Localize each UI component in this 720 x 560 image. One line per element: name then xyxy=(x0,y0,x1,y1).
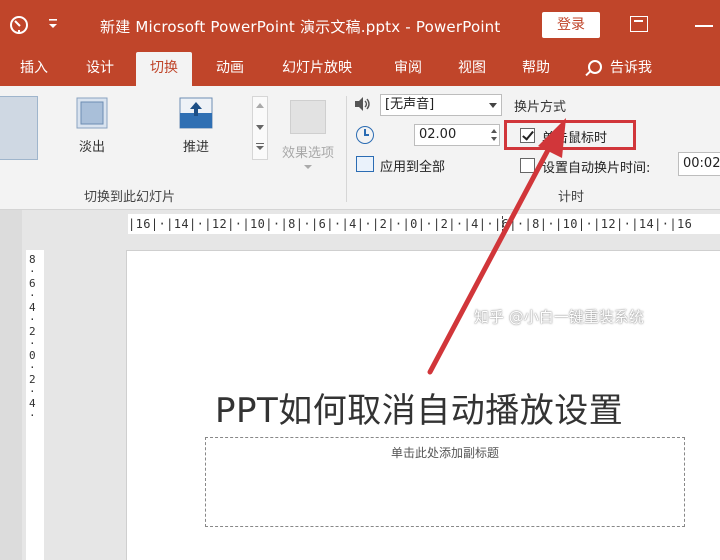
tab-slideshow[interactable]: 幻灯片放映 xyxy=(272,52,362,86)
tab-insert[interactable]: 插入 xyxy=(10,52,58,86)
after-time-label: 设置自动换片时间: xyxy=(542,161,651,176)
duration-value: 02.00 xyxy=(419,127,457,142)
transition-fade-tile[interactable]: 淡出 xyxy=(58,96,126,160)
gallery-scrollbar[interactable] xyxy=(252,96,268,160)
apply-all-button[interactable]: 应用到全部 xyxy=(380,156,445,175)
effect-options-button[interactable]: 效果选项 xyxy=(276,100,340,169)
gallery-more-icon[interactable] xyxy=(256,143,264,151)
transition-gallery: 淡出 推进 xyxy=(0,96,270,160)
effect-options-label: 效果选项 xyxy=(281,146,334,161)
ribbon: 淡出 推进 效果选项 切换到此幻灯片 [无声音] 02.00 应用到全部 换片方… xyxy=(0,86,720,210)
highlight-box xyxy=(504,120,636,150)
horizontal-ruler-ticks: |16|·|14|·|12|·|10|·|8|·|6|·|4|·|2|·|0|·… xyxy=(128,217,693,231)
vertical-ruler-ticks: 8·6·4·2·0·2·4· xyxy=(29,253,36,422)
workspace: |16|·|14|·|12|·|10|·|8|·|6|·|4|·|2|·|0|·… xyxy=(0,210,720,560)
advance-slide-header: 换片方式 xyxy=(514,100,567,115)
after-time-field[interactable]: 00:02 xyxy=(678,152,720,176)
slide-canvas[interactable]: PPT如何取消自动播放设置 单击此处添加副标题 xyxy=(126,250,720,560)
sound-select[interactable]: [无声音] xyxy=(380,94,502,116)
scroll-down-icon[interactable] xyxy=(256,125,264,130)
after-time-checkbox[interactable] xyxy=(520,158,535,173)
clock-icon xyxy=(356,126,374,144)
group-label-timing: 计时 xyxy=(558,190,585,205)
ruler-cursor-mark xyxy=(502,216,505,232)
apply-all-icon xyxy=(356,156,374,172)
ribbon-tabs: 插入 设计 切换 动画 幻灯片放映 审阅 视图 帮助 告诉我 xyxy=(0,52,720,86)
transition-none-tile[interactable] xyxy=(0,96,38,160)
group-label-transition: 切换到此幻灯片 xyxy=(84,190,176,205)
tell-me-label: 告诉我 xyxy=(610,60,652,76)
watermark: 知乎 @小白一键重装系统 xyxy=(474,308,644,326)
vertical-ruler: 8·6·4·2·0·2·4· xyxy=(26,250,44,560)
timing-group: [无声音] 02.00 应用到全部 换片方式 单击鼠标时 设置自动换片时间: 0… xyxy=(352,92,720,205)
scroll-up-icon[interactable] xyxy=(256,103,264,108)
fade-label: 淡出 xyxy=(78,140,105,155)
horizontal-ruler: |16|·|14|·|12|·|10|·|8|·|6|·|4|·|2|·|0|·… xyxy=(128,214,720,234)
title-bar: 新建 Microsoft PowerPoint 演示文稿.pptx - Powe… xyxy=(0,0,720,52)
window-title: 新建 Microsoft PowerPoint 演示文稿.pptx - Powe… xyxy=(100,18,501,36)
subtitle-placeholder-text: 单击此处添加副标题 xyxy=(390,446,499,460)
tab-transitions[interactable]: 切换 xyxy=(136,52,192,86)
tell-me-search[interactable]: 告诉我 xyxy=(588,52,652,86)
subtitle-placeholder[interactable]: 单击此处添加副标题 xyxy=(205,437,685,527)
push-icon xyxy=(179,97,213,129)
effect-options-caret-icon xyxy=(304,165,312,169)
transition-push-tile[interactable]: 推进 xyxy=(162,96,230,160)
fade-icon xyxy=(76,97,108,129)
duration-field[interactable]: 02.00 xyxy=(414,124,500,146)
speaker-icon xyxy=(355,97,370,111)
autosave-icon[interactable] xyxy=(8,14,30,36)
tab-help[interactable]: 帮助 xyxy=(512,52,560,86)
push-label: 推进 xyxy=(182,140,209,155)
duration-down-icon[interactable] xyxy=(491,137,497,141)
thumbnail-pane-edge xyxy=(0,210,22,560)
login-button[interactable]: 登录 xyxy=(542,12,600,38)
search-icon xyxy=(588,60,602,74)
tab-animations[interactable]: 动画 xyxy=(206,52,254,86)
tab-design[interactable]: 设计 xyxy=(76,52,124,86)
duration-up-icon[interactable] xyxy=(491,129,497,133)
slide-title[interactable]: PPT如何取消自动播放设置 xyxy=(215,383,623,432)
customize-toolbar-icon[interactable] xyxy=(48,16,58,30)
effect-options-icon xyxy=(290,100,326,134)
tab-review[interactable]: 审阅 xyxy=(384,52,432,86)
tab-view[interactable]: 视图 xyxy=(448,52,496,86)
group-separator xyxy=(346,96,347,202)
ribbon-display-icon[interactable] xyxy=(630,16,648,32)
minimize-icon[interactable] xyxy=(695,25,713,27)
